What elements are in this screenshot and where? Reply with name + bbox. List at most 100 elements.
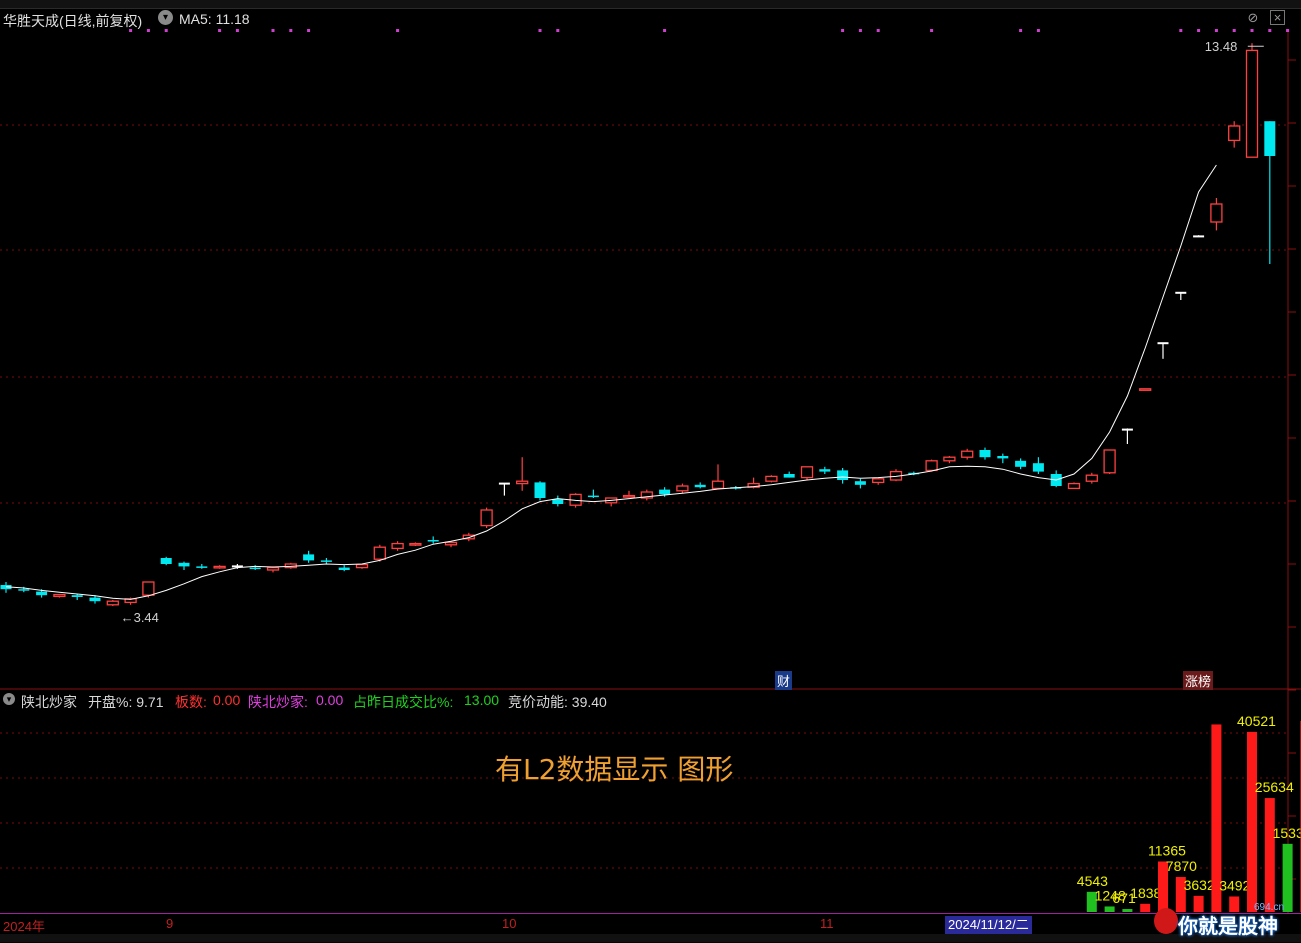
candle-body (71, 595, 83, 597)
candle-body (391, 542, 404, 550)
ma5-label: MA5: 11.18 (179, 11, 250, 27)
chart-canvas: 13.48←3.444543124867118381136578703632 34… (0, 29, 1301, 913)
candle-body (997, 456, 1009, 459)
candle-body (266, 566, 280, 571)
candle-body (943, 456, 956, 462)
candle-body (837, 470, 849, 480)
cai-marker[interactable]: 财 (775, 671, 793, 690)
candle-body (800, 466, 814, 479)
candle-body (516, 480, 529, 485)
candle-body (622, 494, 636, 498)
volume-bar (1264, 798, 1275, 912)
candle-body (1032, 463, 1044, 472)
candle-body (196, 566, 208, 568)
indicator-name: 陕北炒家 (21, 694, 77, 710)
settings-icon[interactable]: ⊘ (1245, 10, 1261, 26)
axis-month-11: 11 (820, 916, 834, 931)
candle-body (89, 597, 101, 602)
watermark: 你就是股神 694.cn (1150, 902, 1300, 938)
candle-body (854, 481, 866, 485)
candle-body (1245, 49, 1259, 158)
candle-body (1103, 449, 1116, 474)
candle-body (765, 475, 778, 482)
volume-label: 11365 (1148, 842, 1186, 858)
candle-body (783, 474, 795, 478)
candle-body (106, 600, 119, 606)
candle-body (711, 480, 725, 490)
zhangbang-marker[interactable]: 涨榜 (1183, 671, 1214, 690)
candle-body (659, 489, 671, 495)
volume-bar (1282, 843, 1293, 912)
logo-icon (1154, 908, 1178, 934)
main-chart-header: 华胜天成(日线,前复权) ▾ MA5: 11.18 (0, 8, 1240, 30)
candle-body (1139, 388, 1152, 391)
signal-marker (1286, 29, 1290, 32)
chevron-down-icon[interactable]: ▾ (158, 10, 173, 25)
volume-label: 4543 (1077, 873, 1108, 889)
jingjia-value: 竞价动能: 39.40 (508, 694, 607, 710)
ratio-label: 占昨日成交比%: (353, 694, 454, 710)
candle-body (303, 554, 315, 561)
candle-body (694, 484, 706, 488)
ma5-line (5, 164, 1217, 600)
cursor-date-tag: 2024/11/12/二 (945, 916, 1032, 934)
indicator-header: ▾ 陕北炒家 开盘%: 9.71 板数: 0.00 陕北炒家: 0.00 占昨日… (0, 690, 1301, 710)
candle-body (925, 460, 938, 472)
volume-label: 7870 (1166, 858, 1197, 874)
chevron-down-icon[interactable]: ▾ (3, 693, 15, 705)
candle-body (534, 482, 546, 498)
candle-body (587, 495, 599, 498)
high-price-label: 13.48 (1205, 39, 1238, 54)
ratio-value: 13.00 (464, 692, 500, 708)
sbcj-label: 陕北炒家: (248, 694, 308, 710)
close-icon[interactable]: × (1270, 10, 1285, 25)
candle-body (53, 593, 66, 598)
stock-title: 华胜天成(日线,前复权) (3, 13, 143, 29)
volume-bar (1247, 731, 1257, 912)
candle-body (373, 546, 386, 560)
candle-body (409, 542, 422, 546)
l2-notice-text: 有L2数据显示 图形 (495, 753, 734, 786)
volume-bar (1122, 909, 1133, 912)
volume-bar (1104, 906, 1115, 912)
candle-body (320, 560, 332, 562)
axis-year-label: 2024年 (3, 919, 45, 934)
candle-body (1264, 121, 1276, 156)
kaipan-value: 开盘%: 9.71 (88, 694, 164, 710)
candle-body (249, 567, 261, 570)
candle-body (979, 450, 991, 458)
volume-bar (1140, 903, 1151, 912)
candle-body (552, 499, 564, 504)
candle-body (178, 562, 190, 567)
candle-body (1067, 482, 1081, 490)
volume-label: 3632 (1184, 877, 1215, 893)
sbcj-value: 0.00 (316, 692, 344, 708)
candle-body (480, 509, 493, 527)
bottom-tab-strip (0, 934, 1301, 942)
candle-body (444, 541, 458, 546)
signal-marker (1268, 29, 1272, 32)
volume-label: 40521 (1237, 713, 1276, 729)
low-price-label: ←3.44 (121, 610, 159, 625)
candle-body (961, 450, 974, 458)
candle-body (338, 567, 350, 570)
candle-body (872, 478, 885, 484)
candle-body (819, 469, 831, 472)
volume-label: 15338 (1273, 825, 1301, 841)
candle-body (142, 581, 155, 596)
volume-label: 25634 (1255, 779, 1294, 795)
volume-label: 3492 (1219, 877, 1250, 893)
banshu-value: 0.00 (213, 692, 241, 708)
axis-month-9: 9 (166, 916, 174, 931)
candle-body (355, 563, 369, 569)
candle-body (18, 589, 30, 591)
candle-body (1085, 474, 1098, 482)
candle-body (1015, 460, 1027, 467)
candle-body (36, 591, 48, 596)
banshu-label: 板数: (175, 694, 207, 710)
volume-label: 1838 (1130, 885, 1161, 901)
candle-body (676, 485, 689, 492)
candle-body (1228, 125, 1241, 142)
candle-body (427, 540, 439, 542)
candle-body (1210, 203, 1223, 223)
